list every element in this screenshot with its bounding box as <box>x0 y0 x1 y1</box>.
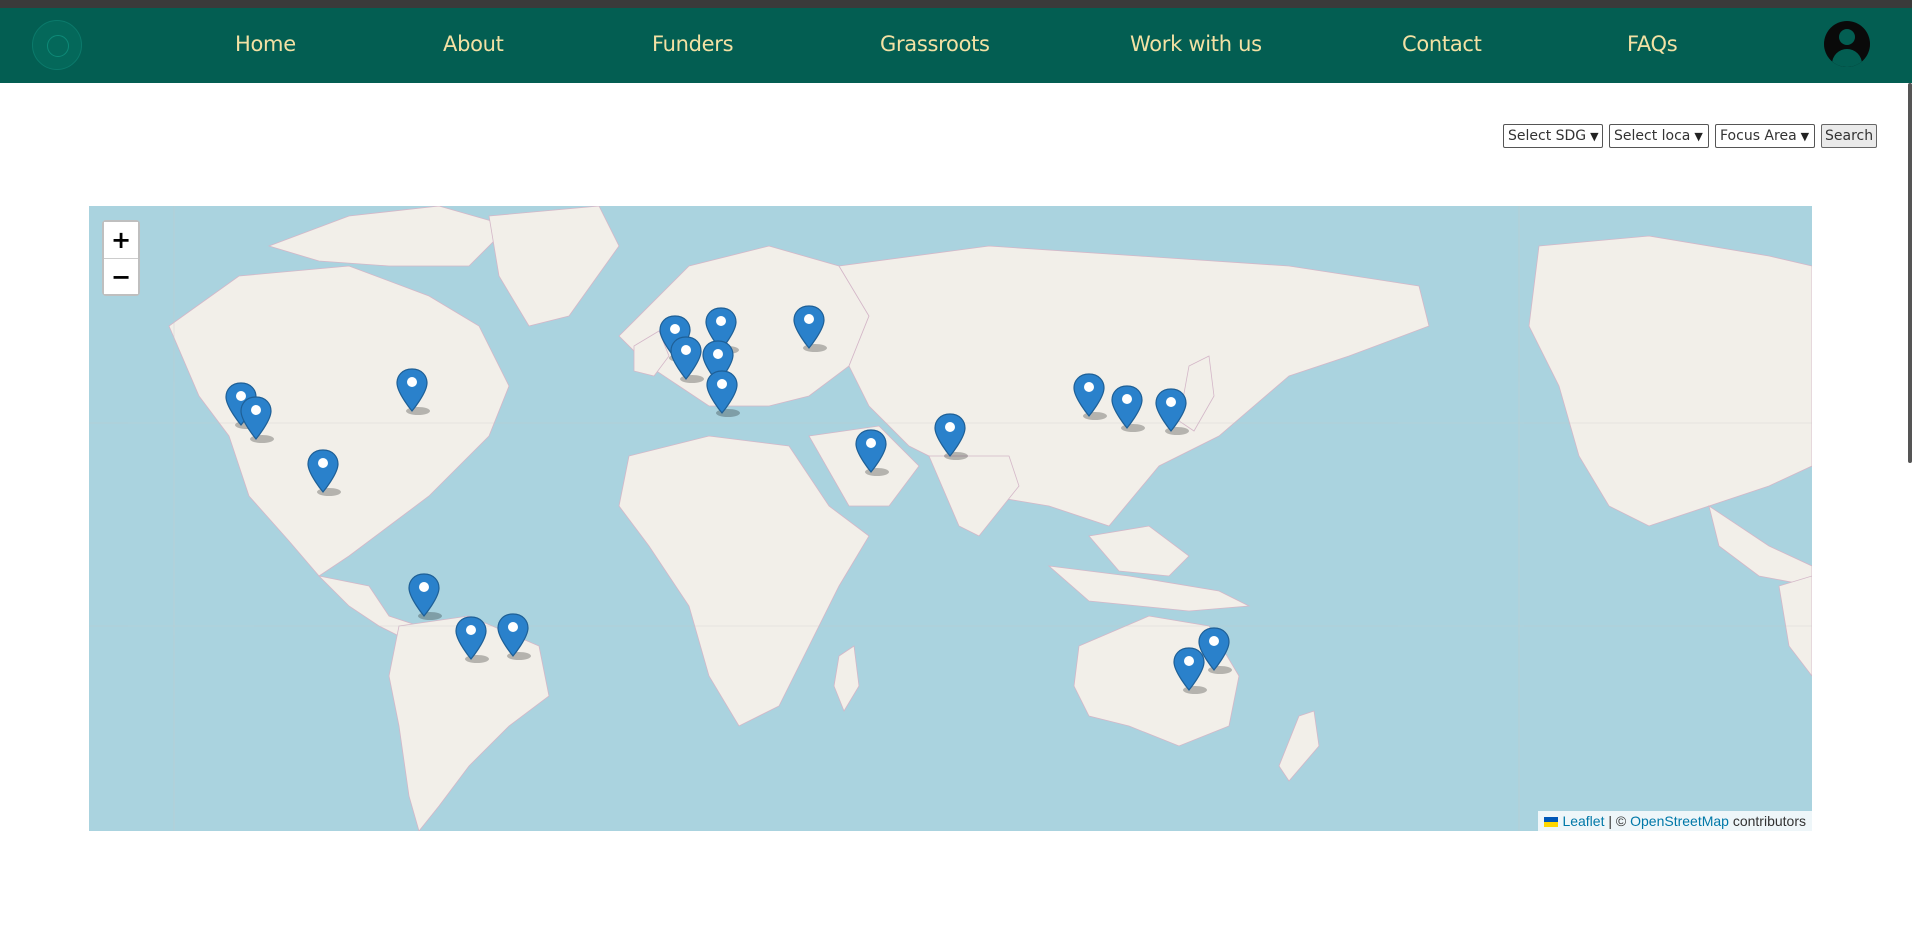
map-pin-icon[interactable] <box>305 448 341 496</box>
zoom-out-button[interactable]: − <box>104 258 138 294</box>
map-pin-icon[interactable] <box>932 412 968 460</box>
user-body-shape <box>1832 49 1862 67</box>
ukraine-flag-icon <box>1544 817 1559 828</box>
search-button[interactable]: Search <box>1821 124 1878 148</box>
chevron-down-icon: ▼ <box>1694 129 1703 143</box>
map-pin-icon[interactable] <box>704 369 740 417</box>
chevron-down-icon: ▼ <box>1590 129 1599 143</box>
landmass-madagascar <box>833 645 860 712</box>
user-head-shape <box>1839 29 1855 45</box>
nav-faqs[interactable]: FAQs <box>1627 32 1678 56</box>
focus-area-select[interactable]: Focus Area ▼ <box>1715 124 1815 148</box>
landmass-greenland <box>488 206 620 327</box>
attribution-separator: | © <box>1608 813 1627 829</box>
landmass-southeast-asia <box>1088 525 1190 577</box>
nav-about[interactable]: About <box>443 32 504 56</box>
nav-work-with-us[interactable]: Work with us <box>1130 32 1262 56</box>
location-select-value: Select loca <box>1614 128 1691 144</box>
site-logo[interactable] <box>32 20 82 70</box>
landmass-central-america-wrap <box>1708 505 1812 587</box>
map-pin-icon[interactable] <box>394 367 430 415</box>
landmass-africa <box>618 435 870 727</box>
map-tiles <box>89 206 1812 831</box>
map-pin-icon[interactable] <box>453 615 489 663</box>
attribution-suffix: contributors <box>1732 813 1806 829</box>
map-pin-icon[interactable] <box>853 428 889 476</box>
page-scrollbar[interactable] <box>1908 83 1912 463</box>
navbar: Home About Funders Grassroots Work with … <box>0 8 1912 83</box>
user-account-icon[interactable] <box>1824 21 1870 67</box>
map-attribution: Leaflet | © OpenStreetMap contributors <box>1538 811 1812 831</box>
world-map[interactable]: + − Leaflet | © OpenStreetMap contributo… <box>89 206 1812 831</box>
leaflet-link[interactable]: Leaflet <box>1562 813 1604 829</box>
nav-contact[interactable]: Contact <box>1402 32 1482 56</box>
filter-bar: Select SDG ▼ Select loca ▼ Focus Area ▼ … <box>1503 124 1878 148</box>
sdg-select[interactable]: Select SDG ▼ <box>1503 124 1603 148</box>
map-pin-icon[interactable] <box>1109 384 1145 432</box>
map-pin-icon[interactable] <box>495 612 531 660</box>
map-pin-icon[interactable] <box>791 304 827 352</box>
nav-home[interactable]: Home <box>235 32 296 56</box>
openstreetmap-link[interactable]: OpenStreetMap <box>1630 813 1729 829</box>
landmass-arctic-islands <box>267 206 510 267</box>
landmass-india <box>928 455 1020 537</box>
chevron-down-icon: ▼ <box>1800 129 1810 143</box>
map-pin-icon[interactable] <box>406 572 442 620</box>
sdg-select-value: Select SDG <box>1508 128 1587 144</box>
location-select[interactable]: Select loca ▼ <box>1609 124 1709 148</box>
nav-funders[interactable]: Funders <box>652 32 734 56</box>
map-pin-icon[interactable] <box>238 395 274 443</box>
top-strip <box>0 0 1912 8</box>
map-pin-icon[interactable] <box>1153 387 1189 435</box>
focus-area-select-value: Focus Area <box>1720 128 1797 144</box>
map-pin-icon[interactable] <box>1071 372 1107 420</box>
zoom-control: + − <box>102 220 140 296</box>
landmass-new-zealand <box>1278 710 1320 782</box>
zoom-in-button[interactable]: + <box>104 222 138 258</box>
map-pin-icon[interactable] <box>668 335 704 383</box>
map-pin-icon[interactable] <box>1171 646 1207 694</box>
landmass-north-america <box>168 265 510 577</box>
nav-grassroots[interactable]: Grassroots <box>880 32 990 56</box>
landmass-north-america-wrap <box>1528 235 1812 527</box>
